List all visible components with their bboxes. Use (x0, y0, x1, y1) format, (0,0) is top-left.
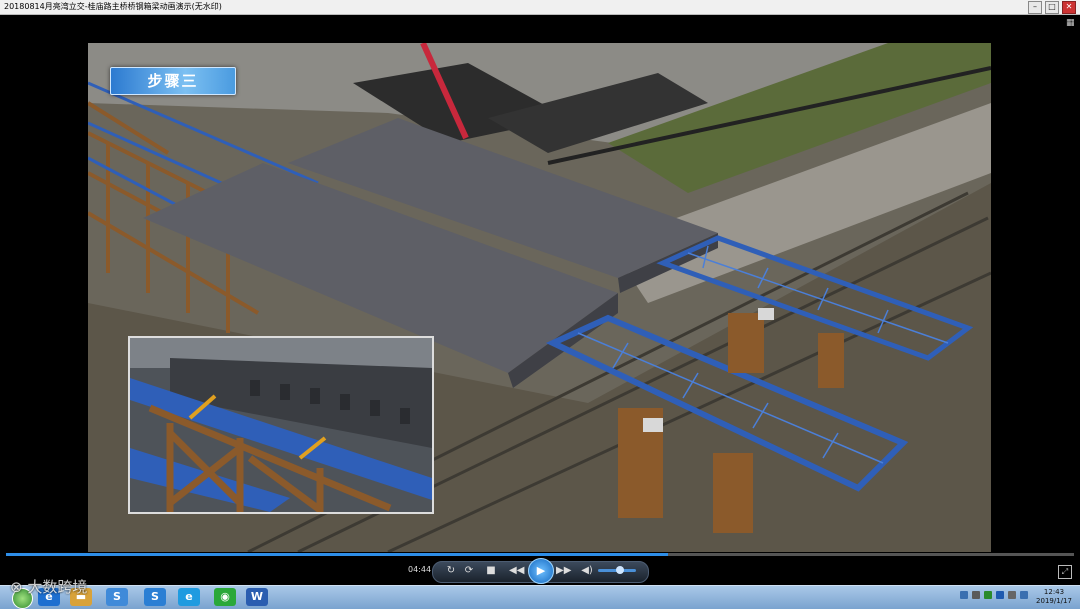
window-title: 20180814月亮湾立交-桂庙路主桥桥钢箱梁动画演示(无水印) (4, 2, 222, 11)
play-icon[interactable]: ▶ (528, 558, 554, 584)
tray-icon[interactable] (984, 591, 992, 599)
rewind-icon[interactable]: ◀◀ (509, 564, 524, 578)
inset-closeup (128, 336, 434, 514)
sogou-icon[interactable]: S (106, 588, 128, 606)
taskbar: e ▬ S S e ◉ W 12:43 2019/1/17 (0, 585, 1080, 609)
refresh-icon[interactable]: ⟳ (462, 564, 476, 578)
repeat-icon[interactable]: ↻ (444, 564, 458, 578)
watermark-text: 大数跨境 (27, 578, 88, 596)
current-time: 04:44 (408, 565, 432, 574)
fullscreen-icon[interactable]: ⤢ (1058, 565, 1072, 579)
video-frame[interactable] (88, 43, 991, 552)
inset-scene (130, 338, 432, 512)
seek-bar[interactable] (6, 553, 1074, 556)
volume-icon[interactable]: ◀) (580, 564, 594, 578)
taskbar-clock[interactable]: 12:43 2019/1/17 (1034, 588, 1074, 606)
clock-time: 12:43 (1043, 588, 1065, 596)
wechat-icon[interactable]: ◉ (214, 588, 236, 606)
edge-icon[interactable]: e (178, 588, 200, 606)
window-controls: – □ ✕ (1028, 1, 1076, 14)
volume-slider[interactable] (598, 566, 636, 574)
player-controls: 04:44 ↻ ⟳ ■ ◀◀ ▶ ▶▶ ◀) ⤢ (0, 557, 1080, 585)
fast-forward-icon[interactable]: ▶▶ (556, 564, 571, 578)
stop-icon[interactable]: ■ (484, 564, 498, 578)
tray-icon[interactable] (996, 591, 1004, 599)
browser-icon[interactable]: S (144, 588, 166, 606)
step-badge: 步骤三 (110, 67, 236, 95)
word-icon[interactable]: W (246, 588, 268, 606)
clock-date: 2019/1/17 (1036, 597, 1072, 605)
maximize-button[interactable]: □ (1045, 1, 1059, 14)
volume-knob[interactable] (616, 566, 624, 574)
system-tray (960, 591, 1028, 599)
minimize-button[interactable]: – (1028, 1, 1042, 14)
tray-icon[interactable] (1008, 591, 1016, 599)
tray-icon[interactable] (1020, 591, 1028, 599)
tray-icon[interactable] (960, 591, 968, 599)
seek-bar-fill (6, 553, 669, 556)
watermark: ⊗ 大数跨境 (10, 578, 88, 596)
close-button[interactable]: ✕ (1062, 1, 1076, 14)
title-bar: 20180814月亮湾立交-桂庙路主桥桥钢箱梁动画演示(无水印) – □ ✕ (0, 0, 1080, 15)
grid-menu-icon[interactable]: ▦ (1066, 18, 1076, 28)
tray-icon[interactable] (972, 591, 980, 599)
